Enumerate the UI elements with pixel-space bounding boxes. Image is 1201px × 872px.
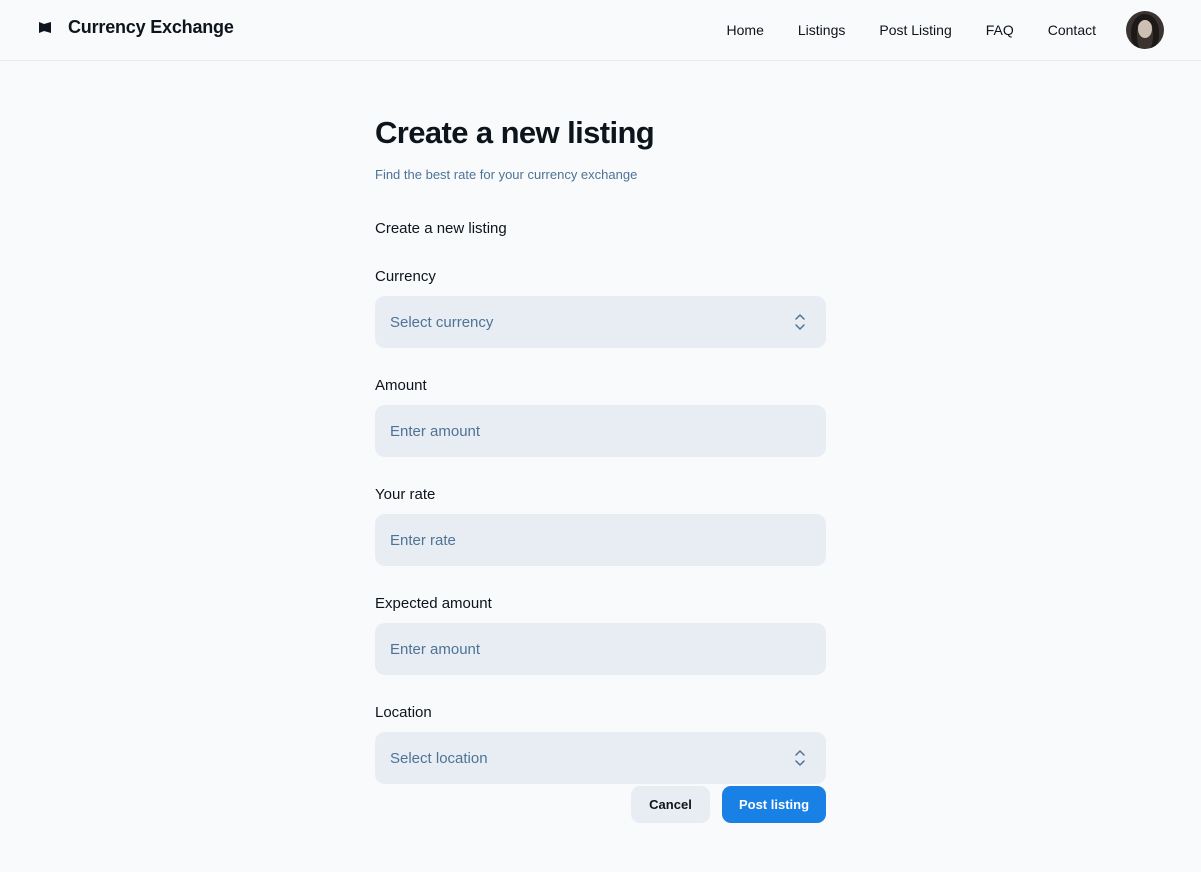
amount-field: Amount	[375, 376, 826, 457]
amount-label: Amount	[375, 377, 427, 394]
rate-input[interactable]	[390, 514, 826, 566]
listing-form: Create a new listing Find the best rate …	[375, 114, 826, 784]
location-field: Location Select location	[375, 703, 826, 784]
page-title: Create a new listing	[375, 115, 655, 150]
top-navbar: Currency Exchange Home Listings Post Lis…	[0, 0, 1201, 61]
chevron-up-down-icon	[795, 750, 805, 766]
user-avatar[interactable]	[1126, 11, 1164, 49]
brand[interactable]: Currency Exchange	[38, 17, 234, 38]
currency-select[interactable]: Select currency	[375, 296, 826, 348]
nav-contact[interactable]: Contact	[1048, 20, 1096, 40]
nav-listings[interactable]: Listings	[798, 20, 845, 40]
cancel-button[interactable]: Cancel	[631, 786, 710, 823]
post-listing-button[interactable]: Post listing	[722, 786, 826, 823]
chevron-up-down-icon	[795, 314, 805, 330]
location-label: Location	[375, 704, 432, 721]
nav-home[interactable]: Home	[727, 20, 764, 40]
flag-icon	[38, 21, 52, 35]
amount-input-wrapper	[375, 405, 826, 457]
brand-title: Currency Exchange	[68, 17, 234, 37]
main-nav: Home Listings Post Listing FAQ Contact	[693, 20, 1096, 40]
expected-amount-label: Expected amount	[375, 595, 492, 612]
currency-field: Currency Select currency	[375, 267, 826, 348]
amount-input[interactable]	[390, 405, 826, 457]
avatar-face	[1138, 20, 1152, 38]
location-select[interactable]: Select location	[375, 732, 826, 784]
form-actions: Cancel Post listing	[631, 786, 826, 823]
page-subtitle: Find the best rate for your currency exc…	[375, 167, 638, 182]
nav-post-listing[interactable]: Post Listing	[879, 20, 951, 40]
expected-amount-input[interactable]	[390, 623, 826, 675]
rate-input-wrapper	[375, 514, 826, 566]
expected-amount-input-wrapper	[375, 623, 826, 675]
rate-label: Your rate	[375, 486, 436, 503]
currency-select-value: Select currency	[390, 313, 494, 331]
location-select-value: Select location	[390, 749, 488, 767]
rate-field: Your rate	[375, 485, 826, 566]
section-title: Create a new listing	[375, 220, 507, 237]
currency-label: Currency	[375, 268, 436, 285]
expected-amount-field: Expected amount	[375, 594, 826, 675]
nav-faq[interactable]: FAQ	[986, 20, 1014, 40]
